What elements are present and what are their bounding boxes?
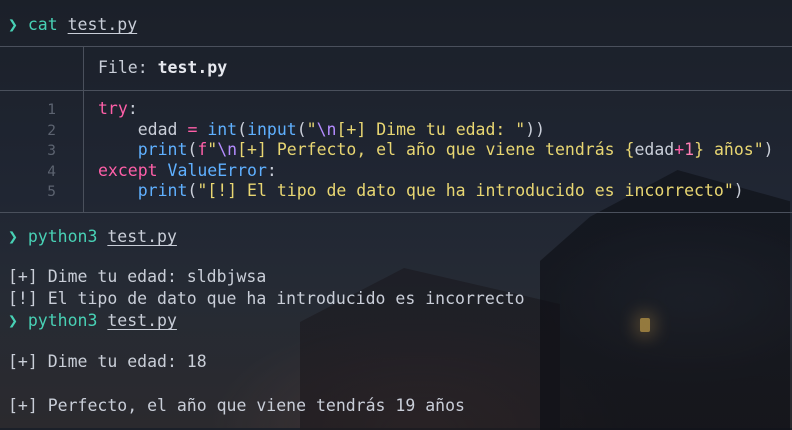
bat-file-header: File: test.py [98, 58, 227, 78]
code-line: except ValueError: [98, 160, 277, 180]
bat-header-separator [83, 46, 84, 90]
command-name: cat [27, 15, 58, 34]
output-line: [+] Dime tu edad: sldbjwsa [8, 267, 267, 286]
code-line: print(f"\n[+] Perfecto, el año que viene… [137, 140, 774, 159]
command-name: python3 [27, 227, 98, 246]
command-name: python3 [27, 311, 98, 330]
prompt-arrow-icon: ❯ [8, 311, 18, 330]
bat-top-border [0, 46, 792, 47]
line-number: 2 [47, 122, 56, 139]
bat-gutter-separator [83, 90, 84, 212]
line-number: 3 [47, 143, 56, 159]
command-arg-path[interactable]: test.py [107, 227, 177, 246]
line-number: 4 [47, 163, 56, 180]
code-line: edad = int(input("\n[+] Dime tu edad: ")… [137, 119, 546, 139]
command-arg-path[interactable]: test.py [68, 15, 138, 34]
prompt-line-run2: ❯ python3 test.py [8, 311, 177, 331]
prompt-arrow-icon: ❯ [8, 15, 18, 34]
prompt-line-cat: ❯ cat test.py [8, 15, 137, 35]
file-name: test.py [157, 58, 228, 77]
bat-bottom-border [0, 212, 792, 213]
background-lamp-glow [640, 318, 650, 332]
output-line: [+] Perfecto, el año que viene tendrás 1… [8, 396, 465, 415]
file-label: File: [98, 58, 148, 77]
prompt-arrow-icon: ❯ [8, 227, 18, 246]
code-line: try: [98, 99, 138, 118]
bat-header-border [0, 90, 792, 91]
line-number: 1 [47, 102, 56, 118]
line-number: 5 [47, 184, 56, 200]
output-line: [!] El tipo de dato que ha introducido e… [8, 289, 525, 308]
output-line: [+] Dime tu edad: 18 [8, 352, 207, 371]
background-house-shape [540, 170, 790, 430]
prompt-line-run1: ❯ python3 test.py [8, 227, 177, 247]
code-line: print("[!] El tipo de dato que ha introd… [137, 181, 744, 200]
command-arg-path[interactable]: test.py [107, 311, 177, 330]
